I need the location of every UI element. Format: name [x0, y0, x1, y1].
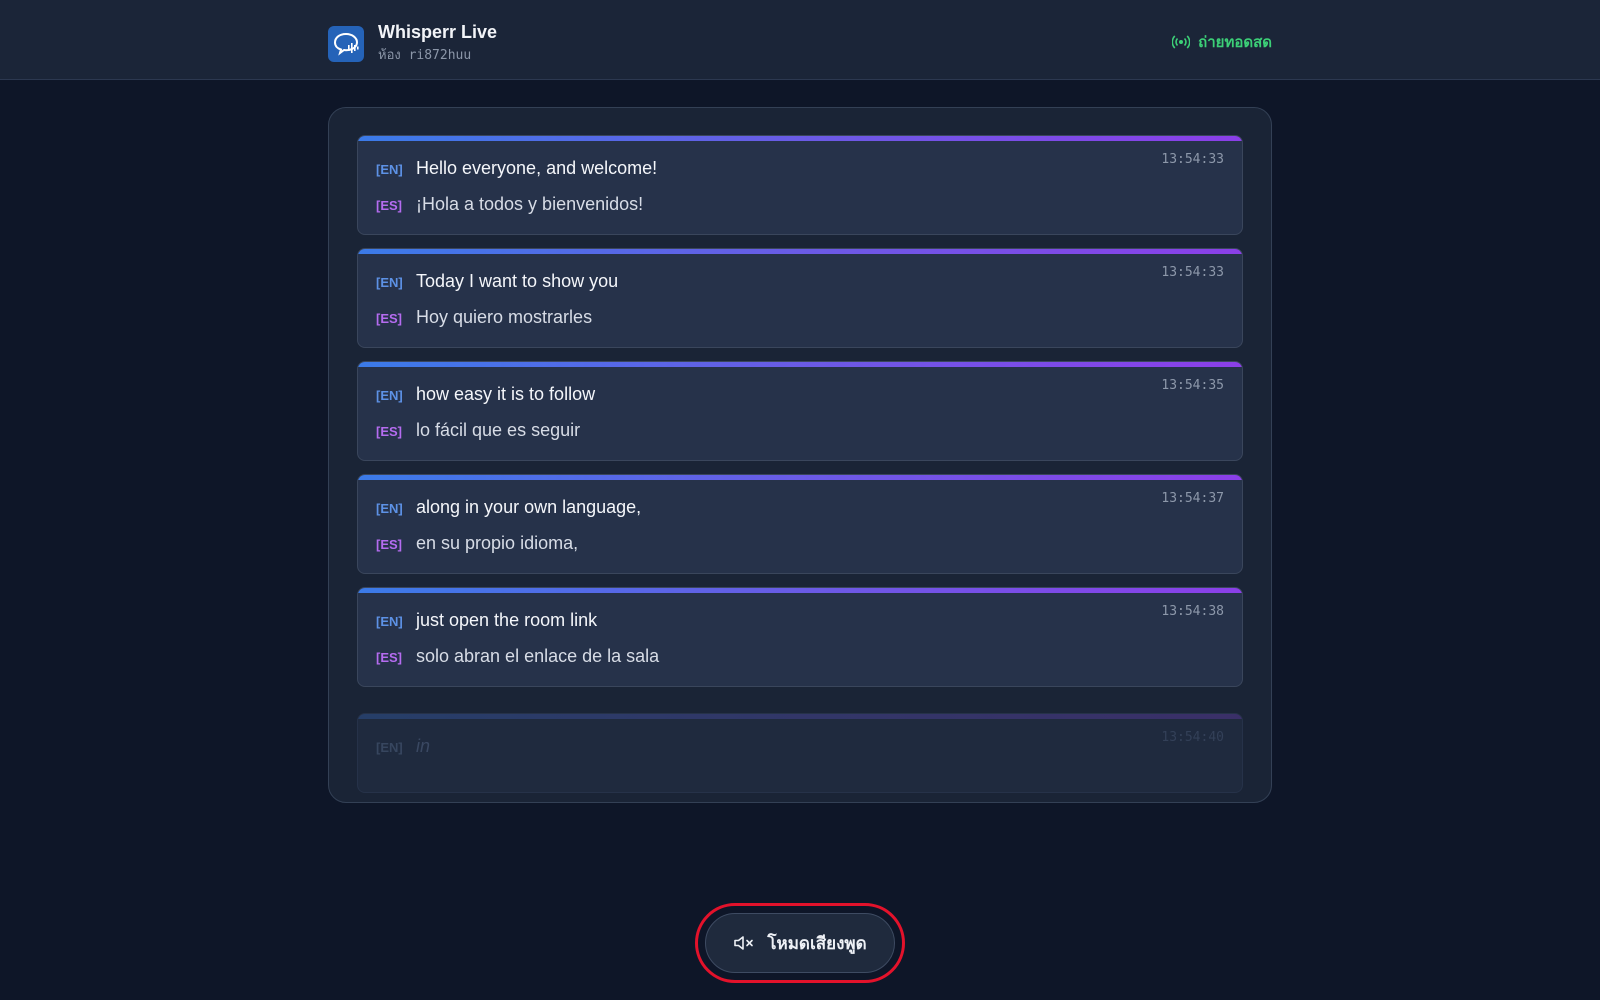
lang-tag-en: [EN]	[376, 275, 403, 290]
source-text: Today I want to show you	[416, 271, 619, 291]
interim-text: in	[416, 736, 431, 756]
translated-text: ¡Hola a todos y bienvenidos!	[416, 194, 644, 214]
entry-accent-bar	[358, 714, 1242, 719]
entry-accent-bar	[358, 588, 1242, 593]
chat-bubble-logo-icon	[328, 25, 364, 62]
lang-tag-en: [EN]	[376, 388, 403, 403]
entry-accent-bar	[358, 249, 1242, 254]
transcript-entry: 13:54:37 [EN] along in your own language,…	[357, 474, 1243, 574]
speech-mode-button[interactable]: โหมดเสียงพูด	[705, 913, 895, 973]
live-status: ถ่ายทอดสด	[1172, 30, 1272, 54]
room-code: ri872huu	[408, 48, 472, 63]
entry-accent-bar	[358, 362, 1242, 367]
entry-accent-bar	[358, 475, 1242, 480]
transcript-entry: 13:54:33 [EN] Hello everyone, and welcome…	[357, 135, 1243, 235]
transcript-entry: 13:54:35 [EN] how easy it is to follow [E…	[357, 361, 1243, 461]
translated-text: en su propio idioma,	[416, 533, 579, 553]
lang-tag-es: [ES]	[376, 424, 402, 439]
transcript-entry: 13:54:33 [EN] Today I want to show you [E…	[357, 248, 1243, 348]
lang-tag-en: [EN]	[376, 162, 403, 177]
room-prefix: ห้อง	[378, 48, 401, 63]
transcript-panel[interactable]: 13:54:33 [EN] Hello everyone, and welcome…	[328, 107, 1272, 803]
lang-tag-en: [EN]	[376, 501, 403, 516]
source-text: just open the room link	[416, 610, 598, 630]
source-text: Hello everyone, and welcome!	[416, 158, 658, 178]
translated-text: lo fácil que es seguir	[416, 420, 581, 440]
entry-timestamp: 13:54:40	[1161, 730, 1224, 745]
live-label: ถ่ายทอดสด	[1198, 34, 1272, 51]
translated-text: Hoy quiero mostrarles	[416, 307, 593, 327]
entry-timestamp: 13:54:37	[1161, 491, 1224, 506]
entry-timestamp: 13:54:33	[1161, 265, 1224, 280]
room-info: ห้อง ri872huu	[378, 44, 497, 65]
lang-tag-es: [ES]	[376, 537, 402, 552]
lang-tag-es: [ES]	[376, 198, 402, 213]
source-text: how easy it is to follow	[416, 384, 596, 404]
source-text: along in your own language,	[416, 497, 642, 517]
lang-tag-en: [EN]	[376, 740, 403, 755]
entry-timestamp: 13:54:35	[1161, 378, 1224, 393]
lang-tag-es: [ES]	[376, 311, 402, 326]
app-title: Whisperr Live	[378, 22, 498, 42]
entry-timestamp: 13:54:33	[1161, 152, 1224, 167]
top-bar: Whisperr Live ห้อง ri872huu ถ่ายทอดสด	[0, 0, 1600, 80]
broadcast-icon	[1172, 35, 1191, 49]
lang-tag-en: [EN]	[376, 614, 403, 629]
pending-transcript-entry: 13:54:40 [EN] in	[357, 713, 1243, 793]
translated-text: solo abran el enlace de la sala	[416, 646, 660, 666]
speech-mode-label: โหมดเสียงพูด	[767, 933, 867, 953]
entry-accent-bar	[358, 136, 1242, 141]
transcript-entry: 13:54:38 [EN] just open the room link [ES…	[357, 587, 1243, 687]
entry-timestamp: 13:54:38	[1161, 604, 1224, 619]
brand: Whisperr Live ห้อง ri872huu	[328, 22, 497, 65]
speaker-muted-icon	[734, 936, 754, 950]
lang-tag-es: [ES]	[376, 650, 402, 665]
